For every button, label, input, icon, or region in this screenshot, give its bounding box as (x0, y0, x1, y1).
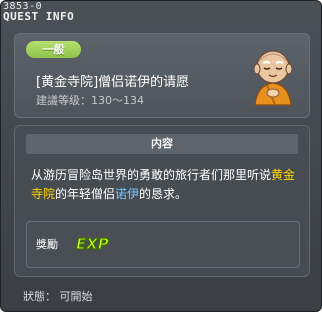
quest-level-range: 建議等级：130～134 (36, 94, 144, 107)
description-text: 的恳求。 (139, 187, 188, 201)
reward-label: 獎勵 (36, 238, 58, 251)
monk-npc-icon (253, 50, 293, 106)
quest-description: 从游历冒险岛世界的勇敢的旅行者们那里听说黄金寺院的年轻僧侣诺伊的恳求。 (31, 166, 301, 204)
description-text: 的年轻僧侣 (55, 187, 116, 201)
quest-category-badge: 一般 (26, 41, 81, 58)
quest-content-panel: 内容 从游历冒险岛世界的勇敢的旅行者们那里听说黄金寺院的年轻僧侣诺伊的恳求。 獎… (14, 125, 310, 277)
quest-status: 狀態： 可開始 (23, 290, 93, 303)
description-npc-highlight: 诺伊 (115, 187, 140, 201)
description-text: 从游历冒险岛世界的勇敢的旅行者们那里听说 (31, 168, 272, 182)
quest-info-window: 3853-0 QUEST INFO 一般 [黄金寺院]僧侣诺伊的请愿 建議等级：… (0, 0, 322, 312)
window-title: QUEST INFO (3, 10, 75, 23)
quest-summary-panel: 一般 [黄金寺院]僧侣诺伊的请愿 建議等级：130～134 (14, 33, 310, 118)
exp-icon-text: EXP (76, 235, 109, 253)
quest-name: [黄金寺院]僧侣诺伊的请愿 (36, 75, 190, 90)
content-header: 内容 (26, 134, 298, 154)
reward-box: 獎勵 EXP (26, 221, 300, 268)
exp-icon[interactable]: EXP (74, 232, 112, 254)
